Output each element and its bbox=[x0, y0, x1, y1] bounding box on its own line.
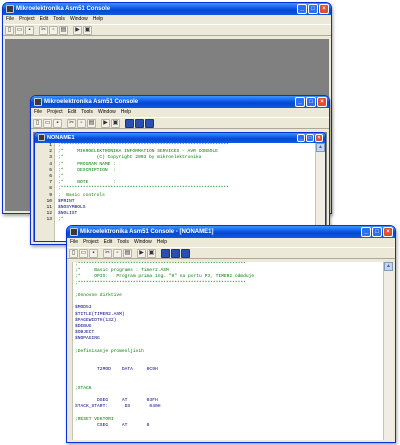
save-icon[interactable]: ▪ bbox=[25, 25, 34, 35]
minimize-button[interactable]: _ bbox=[297, 4, 307, 14]
paste-icon[interactable]: ▤ bbox=[123, 248, 132, 258]
copy-icon[interactable]: ▫ bbox=[77, 118, 86, 128]
tile-vertical-icon[interactable] bbox=[145, 118, 154, 128]
child-title: NONAME1 bbox=[47, 135, 75, 141]
menu-help[interactable]: Help bbox=[157, 238, 167, 247]
cascade-windows-icon[interactable] bbox=[161, 248, 170, 258]
line-number: 13 bbox=[46, 217, 52, 223]
run-icon[interactable]: ▶ bbox=[101, 118, 110, 128]
app-icon bbox=[70, 228, 78, 236]
save-icon[interactable]: ▪ bbox=[53, 118, 62, 128]
menu-edit[interactable]: Edit bbox=[40, 15, 49, 24]
minimize-button[interactable]: _ bbox=[297, 134, 305, 142]
code-editor[interactable]: ;***************************************… bbox=[69, 262, 383, 440]
cut-icon[interactable]: ✂ bbox=[67, 118, 76, 128]
child-titlebar[interactable]: NONAME1 _ □ × bbox=[35, 133, 325, 143]
tile-horizontal-icon[interactable] bbox=[171, 248, 180, 258]
build-icon[interactable]: ▣ bbox=[147, 248, 156, 258]
build-icon[interactable]: ▣ bbox=[111, 118, 120, 128]
menu-help[interactable]: Help bbox=[121, 108, 131, 117]
app-icon bbox=[6, 5, 14, 13]
window-1-toolbar: ▯ ▭ ▪ ✂ ▫ ▤ ▶ ▣ bbox=[3, 24, 331, 36]
menu-help[interactable]: Help bbox=[93, 15, 103, 24]
maximize-button[interactable]: □ bbox=[372, 227, 382, 237]
tile-horizontal-icon[interactable] bbox=[135, 118, 144, 128]
code-line: CSEG AT 0 bbox=[75, 422, 150, 428]
menu-tools[interactable]: Tools bbox=[81, 108, 93, 117]
run-icon[interactable]: ▶ bbox=[137, 248, 146, 258]
run-icon[interactable]: ▶ bbox=[73, 25, 82, 35]
new-file-icon[interactable]: ▯ bbox=[33, 118, 42, 128]
maximize-button[interactable]: □ bbox=[306, 134, 314, 142]
main-window-3: Mikroelektronika Asm51 Console - [NONAME… bbox=[66, 225, 396, 443]
paste-icon[interactable]: ▤ bbox=[87, 118, 96, 128]
window-1-menubar: File Project Edit Tools Window Help bbox=[3, 15, 331, 24]
vertical-scrollbar[interactable]: ▲ bbox=[383, 262, 393, 440]
open-folder-icon[interactable]: ▭ bbox=[43, 118, 52, 128]
menu-file[interactable]: File bbox=[6, 15, 14, 24]
window-2-titlebar[interactable]: Mikroelektronika Asm51 Console _ □ × bbox=[31, 96, 329, 108]
open-folder-icon[interactable]: ▭ bbox=[15, 25, 24, 35]
main-window-2: Mikroelektronika Asm51 Console _ □ × Fil… bbox=[30, 95, 330, 245]
code-lines: ;***************************************… bbox=[58, 143, 315, 223]
cascade-windows-icon[interactable] bbox=[125, 118, 134, 128]
code-line: ;* bbox=[58, 217, 64, 223]
close-button[interactable]: × bbox=[317, 97, 327, 107]
window-2-title: Mikroelektronika Asm51 Console bbox=[44, 99, 139, 105]
save-icon[interactable]: ▪ bbox=[89, 248, 98, 258]
scroll-up-arrow-icon[interactable]: ▲ bbox=[384, 262, 393, 271]
maximize-button[interactable]: □ bbox=[306, 97, 316, 107]
close-button[interactable]: × bbox=[319, 4, 329, 14]
open-folder-icon[interactable]: ▭ bbox=[79, 248, 88, 258]
close-button[interactable]: × bbox=[315, 134, 323, 142]
scroll-up-arrow-icon[interactable]: ▲ bbox=[316, 143, 325, 152]
window-3-menubar: File Project Edit Tools Window Help bbox=[67, 238, 395, 247]
editor-area: ;***************************************… bbox=[69, 262, 393, 440]
copy-icon[interactable]: ▫ bbox=[49, 25, 58, 35]
window-3-titlebar[interactable]: Mikroelektronika Asm51 Console - [NONAME… bbox=[67, 226, 395, 238]
menu-project[interactable]: Project bbox=[83, 238, 99, 247]
window-1-titlebar[interactable]: Mikroelektronika Asm51 Console _ □ × bbox=[3, 3, 331, 15]
menu-file[interactable]: File bbox=[34, 108, 42, 117]
line-gutter bbox=[69, 262, 73, 440]
code-lines: ;***************************************… bbox=[75, 262, 383, 429]
build-icon[interactable]: ▣ bbox=[83, 25, 92, 35]
cut-icon[interactable]: ✂ bbox=[103, 248, 112, 258]
window-2-menubar: File Project Edit Tools Window Help bbox=[31, 108, 329, 117]
new-file-icon[interactable]: ▯ bbox=[5, 25, 14, 35]
menu-window[interactable]: Window bbox=[134, 238, 152, 247]
menu-edit[interactable]: Edit bbox=[104, 238, 113, 247]
menu-project[interactable]: Project bbox=[47, 108, 63, 117]
window-2-toolbar: ▯ ▭ ▪ ✂ ▫ ▤ ▶ ▣ bbox=[31, 117, 329, 129]
menu-window[interactable]: Window bbox=[70, 15, 88, 24]
minimize-button[interactable]: _ bbox=[295, 97, 305, 107]
menu-window[interactable]: Window bbox=[98, 108, 116, 117]
menu-tools[interactable]: Tools bbox=[117, 238, 129, 247]
copy-icon[interactable]: ▫ bbox=[113, 248, 122, 258]
maximize-button[interactable]: □ bbox=[308, 4, 318, 14]
tile-vertical-icon[interactable] bbox=[181, 248, 190, 258]
close-button[interactable]: × bbox=[383, 227, 393, 237]
menu-project[interactable]: Project bbox=[19, 15, 35, 24]
menu-file[interactable]: File bbox=[70, 238, 78, 247]
line-number-gutter: 1 2 3 4 5 6 7 8 9 10 11 12 13 bbox=[35, 143, 55, 241]
new-file-icon[interactable]: ▯ bbox=[69, 248, 78, 258]
cut-icon[interactable]: ✂ bbox=[39, 25, 48, 35]
menu-tools[interactable]: Tools bbox=[53, 15, 65, 24]
window-3-title: Mikroelektronika Asm51 Console - [NONAME… bbox=[80, 229, 214, 235]
window-3-toolbar: ▯ ▭ ▪ ✂ ▫ ▤ ▶ ▣ bbox=[67, 247, 395, 259]
app-icon bbox=[34, 98, 42, 106]
document-icon bbox=[38, 134, 45, 141]
window-1-title: Mikroelektronika Asm51 Console bbox=[16, 6, 111, 12]
menu-edit[interactable]: Edit bbox=[68, 108, 77, 117]
minimize-button[interactable]: _ bbox=[361, 227, 371, 237]
paste-icon[interactable]: ▤ bbox=[59, 25, 68, 35]
